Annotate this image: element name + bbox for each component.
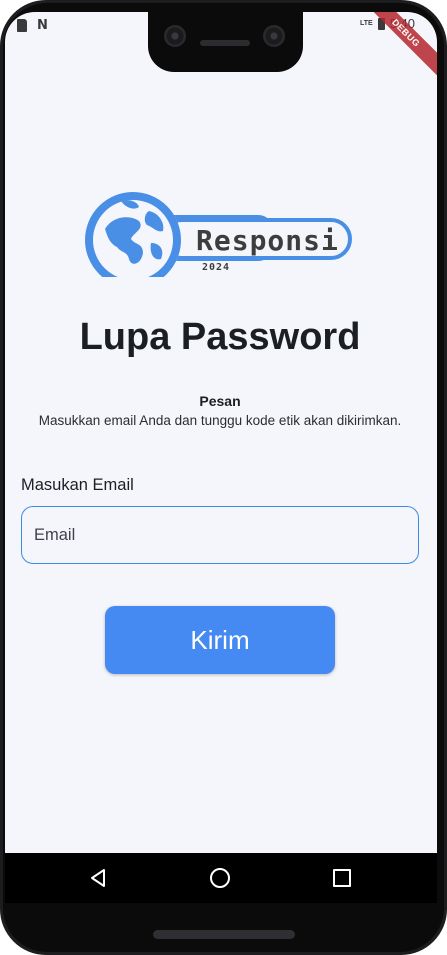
page-title: Lupa Password xyxy=(79,316,361,358)
n-icon: N xyxy=(37,18,48,33)
status-bar-left: N xyxy=(17,18,48,33)
app-screen: N LTE 5:40 DEBUG xyxy=(5,12,437,900)
system-nav-bar xyxy=(5,853,437,903)
home-icon[interactable] xyxy=(210,868,230,888)
front-camera-icon xyxy=(164,25,186,47)
email-input[interactable] xyxy=(21,506,419,564)
recent-apps-icon[interactable] xyxy=(333,869,351,887)
logo-year: 2024 xyxy=(202,262,231,273)
network-label: LTE xyxy=(359,20,373,27)
back-icon[interactable] xyxy=(88,868,108,888)
front-sensor-icon xyxy=(263,25,285,47)
earpiece-speaker xyxy=(200,40,250,46)
submit-button[interactable]: Kirim xyxy=(105,606,335,674)
logo-name: Responsi xyxy=(196,224,339,257)
bottom-speaker xyxy=(153,930,295,939)
message-title: Pesan xyxy=(199,393,241,409)
camera-notch xyxy=(148,12,303,72)
sd-card-icon xyxy=(17,19,27,32)
device-frame: N LTE 5:40 DEBUG Responsi 2024 Lupa Pass… xyxy=(0,0,447,955)
message-body: Masukkan email Anda dan tunggu kode etik… xyxy=(38,413,402,428)
email-label: Masukan Email xyxy=(21,476,134,494)
